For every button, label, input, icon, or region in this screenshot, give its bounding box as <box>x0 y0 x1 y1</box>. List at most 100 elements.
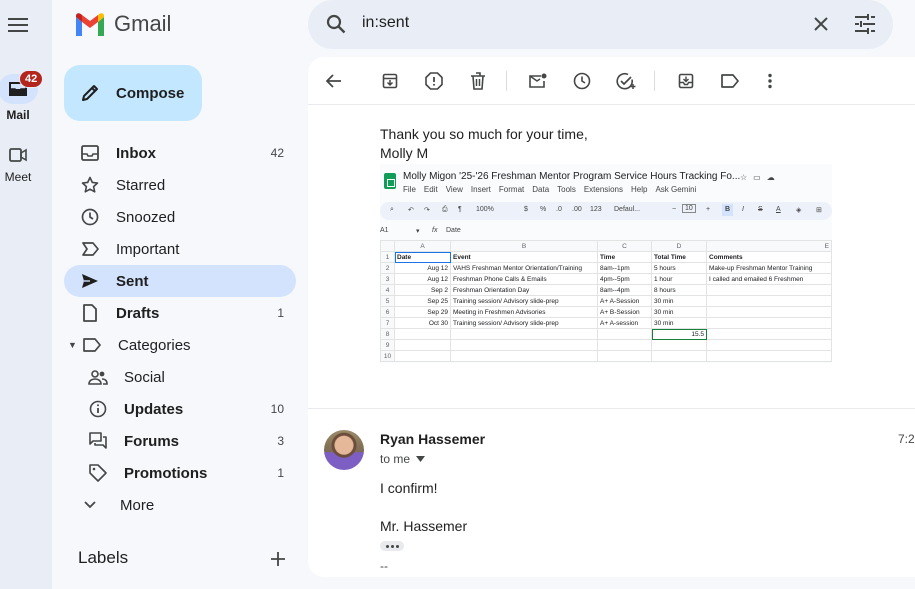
trash-icon[interactable] <box>468 71 488 91</box>
sheet-cell: 1 hour <box>651 273 707 285</box>
rail-mail-label: Mail <box>6 108 30 122</box>
sheet-total-cell: 15.5 <box>651 328 707 340</box>
nav-item-count: 42 <box>270 146 284 160</box>
nav-item-count: 1 <box>277 466 284 480</box>
message-toolbar <box>308 57 915 105</box>
add-label-icon[interactable] <box>269 550 287 573</box>
sheet-col-letter: C <box>597 240 652 252</box>
nav-item-forums[interactable]: Forums 3 <box>64 425 296 457</box>
caret-down-icon[interactable]: ▼ <box>68 340 78 350</box>
nav-item-updates[interactable]: Updates 10 <box>64 393 296 425</box>
nav-item-promotions[interactable]: Promotions 1 <box>64 457 296 489</box>
snooze-icon[interactable] <box>572 71 592 91</box>
sheet-row: 10 <box>380 350 832 362</box>
sheet-cell: Aug 12 <box>394 262 451 274</box>
message-time: 7:20 <box>898 432 915 446</box>
nav-item-label: Starred <box>116 176 166 194</box>
sender-name[interactable]: Ryan Hassemer <box>380 431 485 447</box>
archive-icon[interactable] <box>380 71 400 91</box>
search-bar[interactable] <box>308 0 893 49</box>
nav-item-important[interactable]: Important <box>64 233 296 265</box>
nav-item-more[interactable]: More <box>64 489 296 521</box>
sheet-cell: I called and emailed 6 Freshmen <box>706 273 832 285</box>
report-spam-icon[interactable] <box>424 71 444 91</box>
search-options-icon[interactable] <box>854 14 876 39</box>
back-arrow-icon[interactable] <box>324 71 344 91</box>
search-input[interactable] <box>362 14 782 32</box>
gmail-logo[interactable]: Gmail <box>74 11 171 37</box>
nav-item-snoozed[interactable]: Snoozed <box>64 201 296 233</box>
sheet-menu-item: Data <box>532 185 550 194</box>
fx-icon: fx <box>432 227 438 234</box>
label-icon[interactable] <box>720 71 740 91</box>
sheet-menu-item: File <box>403 185 416 194</box>
sheet-cell: 5 hours <box>651 262 707 274</box>
sheet-row-number: 2 <box>380 262 395 274</box>
plus-icon: + <box>706 206 711 213</box>
message-1-line: Molly M <box>380 145 429 161</box>
sheet-cell <box>706 295 832 307</box>
nav-item-label: Important <box>116 240 180 258</box>
sheets-logo-icon <box>384 173 396 189</box>
spreadsheet-screenshot[interactable]: Molly Migon '25-'26 Freshman Mentor Prog… <box>380 164 832 363</box>
sheet-row-number: 1 <box>380 251 395 263</box>
sheet-cell <box>706 306 832 318</box>
avatar[interactable] <box>324 430 364 470</box>
draft-icon <box>80 303 100 323</box>
sheet-strike: S <box>758 206 763 213</box>
sheet-cell: Event <box>450 251 598 263</box>
sheet-cell: A+ A-Session <box>597 295 652 307</box>
nav-item-drafts[interactable]: Drafts 1 <box>64 297 296 329</box>
main-menu-icon[interactable] <box>8 12 28 38</box>
dropdown-icon: ▾ <box>416 228 420 235</box>
nav-item-label: Updates <box>124 400 184 418</box>
recipient-label: to me <box>380 452 411 466</box>
undo-icon: ↶ <box>408 207 414 214</box>
sheet-title-icons: ☆▭☁ <box>740 173 781 182</box>
sheet-currency: $ <box>524 206 528 213</box>
sheet-cell: Total Time <box>651 251 707 263</box>
nav-item-categories[interactable]: ▼ Categories <box>64 329 296 361</box>
minus-icon: − <box>672 206 677 213</box>
nav-item-label: Snoozed <box>116 208 176 226</box>
sheet-title: Molly Migon '25-'26 Freshman Mentor Prog… <box>403 171 741 182</box>
sheet-cell: A+ A-session <box>597 317 652 329</box>
sheet-italic: I <box>742 206 744 213</box>
sheet-cell: Sep 2 <box>394 284 451 296</box>
close-icon[interactable] <box>811 14 831 39</box>
sheet-cell: 8am--1pm <box>597 262 652 274</box>
move-to-icon[interactable] <box>676 71 696 91</box>
sheet-row: 4 Sep 2 Freshman Orientation Day 8am--4p… <box>380 284 832 296</box>
sheet-cell: 30 min <box>651 306 707 318</box>
print-icon: ⎙ <box>442 206 448 213</box>
inbox-icon <box>80 143 100 163</box>
mark-unread-icon[interactable] <box>528 71 548 91</box>
signature-separator: -- <box>380 559 388 573</box>
more-vert-icon[interactable] <box>760 71 780 91</box>
sheet-title-row: Molly Migon '25-'26 Freshman Mentor Prog… <box>380 168 832 196</box>
nav-item-label: Drafts <box>116 304 160 322</box>
message-2-body: I confirm! <box>380 480 438 496</box>
nav-item-starred[interactable]: Starred <box>64 169 296 201</box>
nav-item-sent[interactable]: Sent <box>64 265 296 297</box>
sheet-row: 8 15.5 <box>380 328 832 340</box>
sheet-menu-item: Insert <box>470 185 491 194</box>
add-task-icon[interactable] <box>616 71 636 91</box>
sheet-cell: 8am--4pm <box>597 284 652 296</box>
compose-button[interactable]: Compose <box>64 65 202 121</box>
rail-meet[interactable]: Meet <box>0 144 36 184</box>
nav-item-inbox[interactable]: Inbox 42 <box>64 137 296 169</box>
sheet-row: 2 Aug 12 VAHS Freshman Mentor Orientatio… <box>380 262 832 274</box>
nav-item-social[interactable]: Social <box>64 361 296 393</box>
search-icon[interactable] <box>326 14 346 39</box>
nav-item-label: Categories <box>118 336 191 354</box>
sheet-font: Defaul... <box>614 206 641 213</box>
sheet-fx-value: Date <box>446 227 461 234</box>
recipient-details[interactable]: to me <box>380 452 426 466</box>
sheet-row-number: 5 <box>380 295 395 307</box>
sheet-cell: Sep 29 <box>394 306 451 318</box>
gmail-logo-text: Gmail <box>114 11 172 36</box>
gmail-m-icon <box>76 13 104 36</box>
mail-unread-badge: 42 <box>19 70 44 88</box>
show-trimmed-content-button[interactable] <box>380 541 404 551</box>
